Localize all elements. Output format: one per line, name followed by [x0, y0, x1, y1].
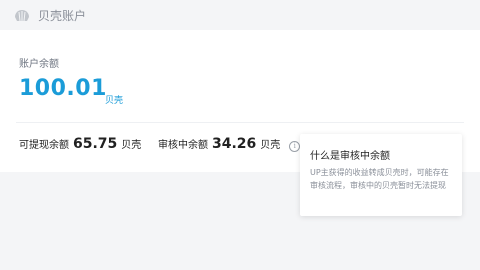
- pending-label: 审核中余额: [158, 140, 208, 151]
- pending-amount: 34.26: [212, 136, 257, 152]
- shell-icon: [14, 8, 30, 22]
- info-icon[interactable]: i: [289, 141, 301, 152]
- withdrawable-amount: 65.75: [73, 136, 118, 152]
- balance-label: 账户余额: [19, 59, 59, 70]
- page-header: 贝壳账户: [0, 0, 480, 30]
- balance-amount: 100.01: [19, 76, 107, 101]
- page-title: 贝壳账户: [38, 8, 87, 23]
- pending-tooltip: 什么是审核中余额 UP主获得的收益转成贝壳时，可能存在审核流程，审核中的贝壳暂时…: [300, 134, 462, 216]
- pending-unit: 贝壳: [260, 140, 281, 151]
- tooltip-body: UP主获得的收益转成贝壳时，可能存在审核流程，审核中的贝壳暂时无法提现: [310, 168, 449, 190]
- withdrawable-unit: 贝壳: [121, 140, 142, 151]
- withdrawable-row: 可提现余额 65.75 贝壳: [19, 136, 141, 152]
- pending-row: 审核中余额 34.26 贝壳 i: [158, 136, 301, 152]
- balance-unit: 贝壳: [105, 96, 124, 106]
- divider: [16, 122, 464, 123]
- withdrawable-label: 可提现余额: [19, 140, 69, 151]
- tooltip-title: 什么是审核中余额: [310, 151, 390, 162]
